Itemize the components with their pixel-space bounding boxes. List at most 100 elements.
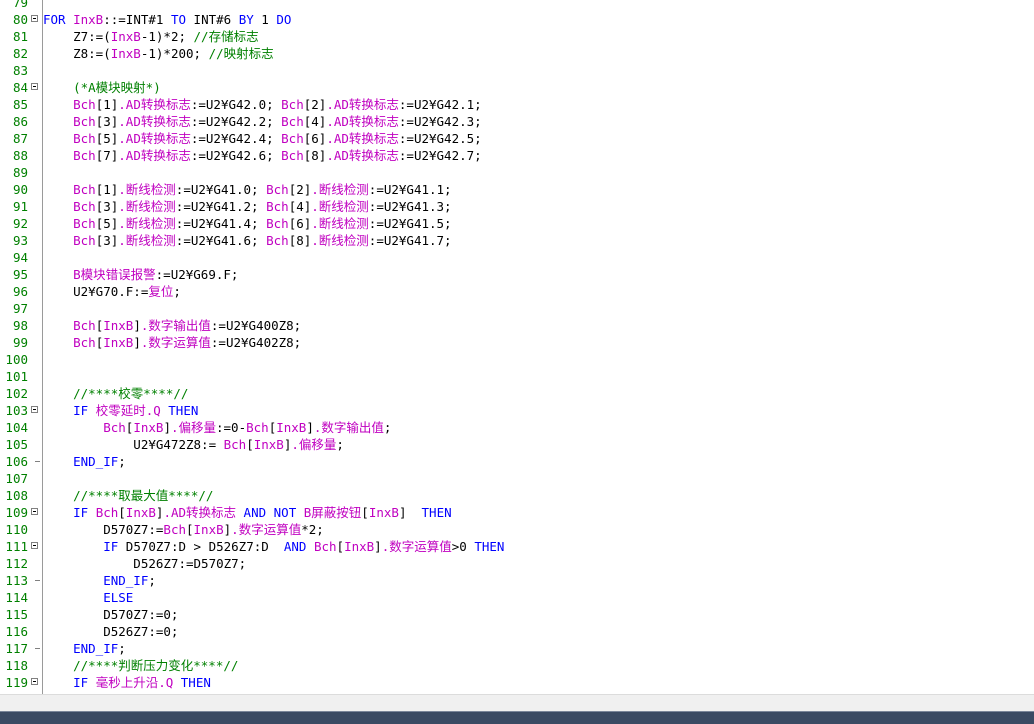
variable-token: InxB	[344, 539, 375, 554]
code-line[interactable]: 105 U2¥G472Z8:= Bch[InxB].偏移量;	[0, 436, 1034, 453]
code-line[interactable]: 106 END_IF;	[0, 453, 1034, 470]
code-line[interactable]: 97	[0, 300, 1034, 317]
line-number: 93	[12, 233, 28, 248]
code-text: //****校零****//	[43, 385, 188, 402]
line-number: 90	[12, 182, 28, 197]
code-line[interactable]: 104 Bch[InxB].偏移量:=0-Bch[InxB].数字输出值;	[0, 419, 1034, 436]
fold-collapse-icon[interactable]	[31, 542, 38, 549]
line-number: 101	[5, 369, 28, 384]
code-line[interactable]: 96 U2¥G70.F:=复位;	[0, 283, 1034, 300]
code-line[interactable]: 90 Bch[1].断线检测:=U2¥G41.0; Bch[2].断线检测:=U…	[0, 181, 1034, 198]
variable-token: .断线检测	[311, 233, 369, 248]
code-line[interactable]: 89	[0, 164, 1034, 181]
keyword-token: END_IF	[43, 454, 119, 469]
code-text: (*A模块映射*)	[43, 79, 161, 96]
keyword-token: THEN	[421, 505, 452, 520]
code-line[interactable]: 81 Z7:=(InxB-1)*2; //存储标志	[0, 28, 1034, 45]
horizontal-scrollbar[interactable]	[0, 694, 1034, 712]
plain-token: [1]	[95, 97, 119, 112]
code-line[interactable]: 83	[0, 62, 1034, 79]
fold-collapse-icon[interactable]	[31, 508, 38, 515]
code-line[interactable]: 112 D526Z7:=D570Z7;	[0, 555, 1034, 572]
keyword-token: THEN	[160, 403, 199, 418]
line-number: 88	[12, 148, 28, 163]
variable-token: .数字输出值	[140, 318, 211, 333]
code-text: Bch[3].断线检测:=U2¥G41.2; Bch[4].断线检测:=U2¥G…	[43, 198, 452, 215]
fold-collapse-icon[interactable]	[31, 15, 38, 22]
code-line[interactable]: 87 Bch[5].AD转换标志:=U2¥G42.4; Bch[6].AD转换标…	[0, 130, 1034, 147]
code-line[interactable]: 116 D526Z7:=0;	[0, 623, 1034, 640]
code-text: IF D570Z7:D > D526Z7:D AND Bch[InxB].数字运…	[43, 538, 504, 555]
code-line[interactable]: 85 Bch[1].AD转换标志:=U2¥G42.0; Bch[2].AD转换标…	[0, 96, 1034, 113]
plain-token: [3]	[95, 233, 119, 248]
code-line[interactable]: 93 Bch[3].断线检测:=U2¥G41.6; Bch[8].断线检测:=U…	[0, 232, 1034, 249]
code-line[interactable]: 99 Bch[InxB].数字运算值:=U2¥G402Z8;	[0, 334, 1034, 351]
fold-collapse-icon[interactable]	[31, 406, 38, 413]
code-line[interactable]: 117 END_IF;	[0, 640, 1034, 657]
comment-token: (*A模块映射*)	[43, 80, 161, 95]
variable-token: .AD转换标志	[118, 97, 191, 112]
code-text: Bch[3].AD转换标志:=U2¥G42.2; Bch[4].AD转换标志:=…	[43, 113, 482, 130]
code-text: IF 毫秒上升沿.Q THEN	[43, 674, 211, 691]
code-line[interactable]: 110 D570Z7:=Bch[InxB].数字运算值*2;	[0, 521, 1034, 538]
variable-token: .AD转换标志	[326, 97, 399, 112]
plain-token: [8]	[303, 148, 327, 163]
code-line[interactable]: 94	[0, 249, 1034, 266]
code-line[interactable]: 88 Bch[7].AD转换标志:=U2¥G42.6; Bch[8].AD转换标…	[0, 147, 1034, 164]
variable-token: .数字运算值	[231, 522, 302, 537]
code-text: Bch[7].AD转换标志:=U2¥G42.6; Bch[8].AD转换标志:=…	[43, 147, 482, 164]
code-line[interactable]: 79	[0, 0, 1034, 11]
fold-collapse-icon[interactable]	[31, 678, 38, 685]
variable-token: .断线检测	[118, 182, 176, 197]
plain-token: [4]	[288, 199, 312, 214]
code-line[interactable]: 113 END_IF;	[0, 572, 1034, 589]
code-line[interactable]: 82 Z8:=(InxB-1)*200; //映射标志	[0, 45, 1034, 62]
code-line[interactable]: 80 FOR InxB::=INT#1 TO INT#6 BY 1 DO	[0, 11, 1034, 28]
code-line[interactable]: 101	[0, 368, 1034, 385]
code-editor[interactable]: 79 80 FOR InxB::=INT#1 TO INT#6 BY 1 DO 81 …	[0, 0, 1034, 694]
variable-token: .断线检测	[311, 216, 369, 231]
code-line[interactable]: 86 Bch[3].AD转换标志:=U2¥G42.2; Bch[4].AD转换标…	[0, 113, 1034, 130]
code-line[interactable]: 119 IF 毫秒上升沿.Q THEN	[0, 674, 1034, 691]
line-number: 110	[5, 522, 28, 537]
code-line[interactable]: 95 B模块错误报警:=U2¥G69.F;	[0, 266, 1034, 283]
plain-token: [4]	[303, 114, 327, 129]
line-number: 83	[12, 63, 28, 78]
variable-token: .断线检测	[311, 182, 369, 197]
code-line[interactable]: 108 //****取最大值****//	[0, 487, 1034, 504]
line-number: 102	[5, 386, 28, 401]
code-line[interactable]: 100	[0, 351, 1034, 368]
code-line[interactable]: 118 //****判断压力变化****//	[0, 657, 1034, 674]
code-text: D526Z7:=D570Z7;	[43, 555, 246, 572]
code-text: FOR InxB::=INT#1 TO INT#6 BY 1 DO	[43, 11, 291, 28]
code-text: END_IF;	[43, 640, 126, 657]
plain-token: Z8:=(	[43, 46, 111, 61]
variable-token: .断线检测	[118, 199, 176, 214]
variable-token: InxB	[253, 437, 284, 452]
variable-token: InxB	[103, 318, 134, 333]
plain-token: ::=INT#1	[103, 12, 171, 27]
plain-token: *2;	[301, 522, 324, 537]
variable-token: 复位	[148, 284, 174, 299]
code-text: Bch[5].AD转换标志:=U2¥G42.4; Bch[6].AD转换标志:=…	[43, 130, 482, 147]
code-line[interactable]: 103 IF 校零延时.Q THEN	[0, 402, 1034, 419]
variable-token: Bch	[313, 539, 337, 554]
plain-token: :=U2¥G42.6;	[190, 148, 282, 163]
code-line[interactable]: 84 (*A模块映射*)	[0, 79, 1034, 96]
fold-collapse-icon[interactable]	[31, 83, 38, 90]
variable-token: Bch	[281, 148, 304, 163]
code-line[interactable]: 92 Bch[5].断线检测:=U2¥G41.4; Bch[6].断线检测:=U…	[0, 215, 1034, 232]
code-line[interactable]: 91 Bch[3].断线检测:=U2¥G41.2; Bch[4].断线检测:=U…	[0, 198, 1034, 215]
variable-token: Bch	[266, 199, 289, 214]
code-line[interactable]: 98 Bch[InxB].数字输出值:=U2¥G400Z8;	[0, 317, 1034, 334]
code-line[interactable]: 102 //****校零****//	[0, 385, 1034, 402]
code-line[interactable]: 109 IF Bch[InxB].AD转换标志 AND NOT B屏蔽按钮[In…	[0, 504, 1034, 521]
variable-token: .AD转换标志	[163, 505, 237, 520]
code-line[interactable]: 114 ELSE	[0, 589, 1034, 606]
plain-token: ]	[374, 539, 382, 554]
code-line[interactable]: 115 D570Z7:=0;	[0, 606, 1034, 623]
code-line[interactable]: 111 IF D570Z7:D > D526Z7:D AND Bch[InxB]…	[0, 538, 1034, 555]
code-line[interactable]: 107	[0, 470, 1034, 487]
variable-token: .断线检测	[118, 233, 176, 248]
